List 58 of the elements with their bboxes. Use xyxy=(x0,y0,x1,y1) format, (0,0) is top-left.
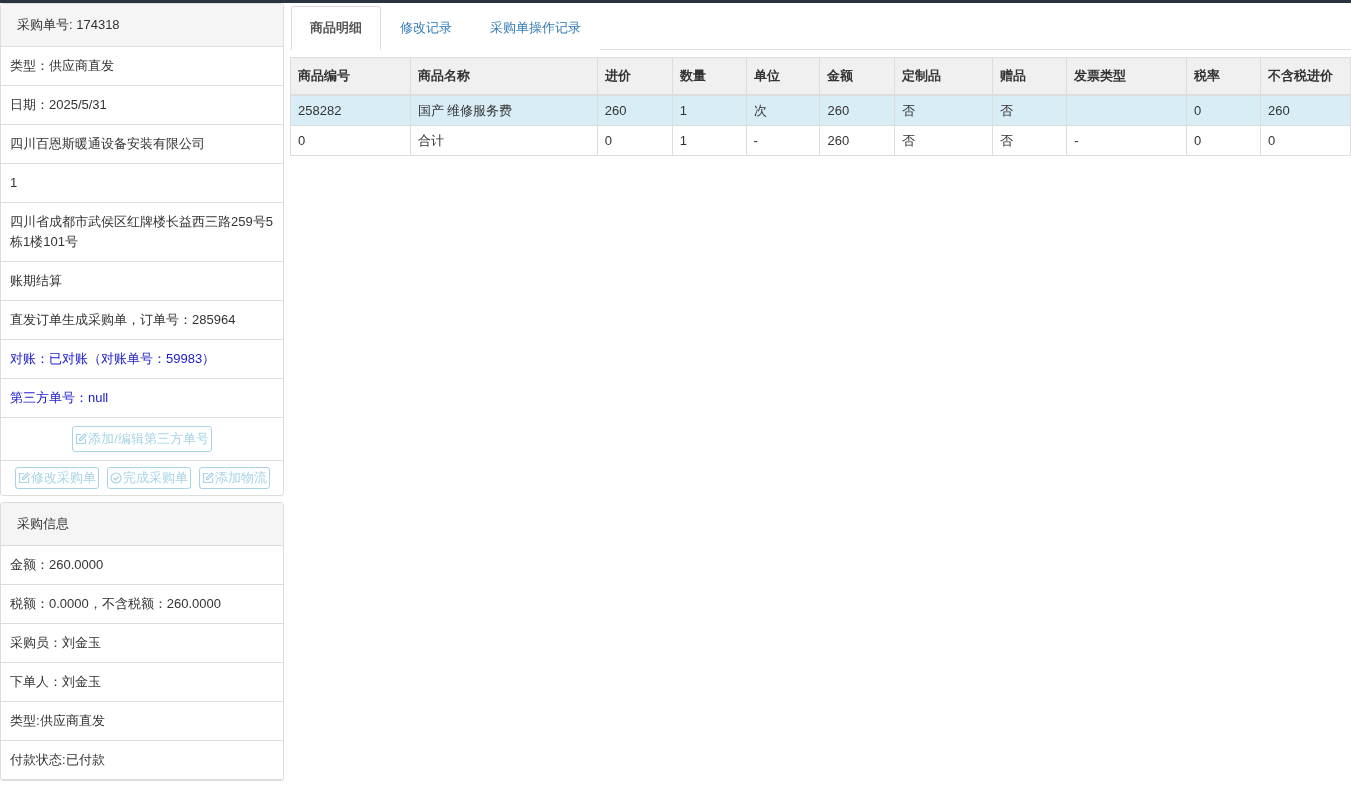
info-row: 1 xyxy=(1,164,283,203)
table-cell: 次 xyxy=(746,95,820,126)
column-header: 单位 xyxy=(746,57,820,95)
highlight-info-row: 对账：已对账（对账单号：59983） xyxy=(1,340,283,379)
table-cell: 否 xyxy=(992,125,1067,156)
info-row: 税额：0.0000，不含税额：260.0000 xyxy=(1,585,283,624)
table-cell: 260 xyxy=(597,95,673,126)
action-button[interactable]: 修改采购单 xyxy=(14,467,99,489)
highlight-info-row: 第三方单号：null xyxy=(1,379,283,418)
edit-icon xyxy=(17,472,30,484)
action-button[interactable]: 完成采购单 xyxy=(106,467,191,489)
action-button[interactable]: 添加物流 xyxy=(198,467,270,489)
table-cell: - xyxy=(1066,125,1187,156)
table-cell: 否 xyxy=(894,125,993,156)
info-row: 类型：供应商直发 xyxy=(1,47,283,86)
edit-icon xyxy=(201,472,214,484)
table-cell: 1 xyxy=(672,125,747,156)
column-header: 数量 xyxy=(672,57,747,95)
table-cell: 0 xyxy=(1260,125,1351,156)
info-row: 付款状态:已付款 xyxy=(1,741,283,780)
info-row: 四川省成都市武侯区红牌楼长益西三路259号5栋1楼101号 xyxy=(1,203,283,262)
table-cell: 260 xyxy=(1260,95,1351,126)
column-header: 定制品 xyxy=(894,57,993,95)
table-cell: 0 xyxy=(1186,95,1261,126)
column-header: 商品名称 xyxy=(410,57,598,95)
table-cell: 260 xyxy=(819,95,895,126)
table-cell: 国产 维修服务费 xyxy=(410,95,598,126)
info-row: 直发订单生成采购单，订单号：285964 xyxy=(1,301,283,340)
column-header: 税率 xyxy=(1186,57,1261,95)
table-cell: 258282 xyxy=(290,95,411,126)
table-cell: - xyxy=(746,125,820,156)
info-row: 金额：260.0000 xyxy=(1,546,283,585)
table-cell: 1 xyxy=(672,95,747,126)
info-row: 账期结算 xyxy=(1,262,283,301)
table-cell: 否 xyxy=(894,95,993,126)
table-cell: 合计 xyxy=(410,125,598,156)
column-header: 商品编号 xyxy=(290,57,411,95)
tab[interactable]: 商品明细 xyxy=(291,6,381,50)
edit-third-party-button[interactable]: 添加/编辑第三方单号 xyxy=(72,426,212,452)
table-cell: 0 xyxy=(1186,125,1261,156)
info-row: 四川百恩斯暖通设备安装有限公司 xyxy=(1,125,283,164)
table-cell: 0 xyxy=(597,125,673,156)
info-row: 日期：2025/5/31 xyxy=(1,86,283,125)
column-header: 不含税进价 xyxy=(1260,57,1351,95)
column-header: 发票类型 xyxy=(1066,57,1187,95)
column-header: 金额 xyxy=(819,57,895,95)
info-row: 下单人：刘金玉 xyxy=(1,663,283,702)
table-cell: 0 xyxy=(290,125,411,156)
edit-icon xyxy=(75,433,88,445)
info-row: 采购员：刘金玉 xyxy=(1,624,283,663)
table-cell: 否 xyxy=(992,95,1067,126)
column-header: 进价 xyxy=(597,57,673,95)
table-cell: 260 xyxy=(819,125,895,156)
column-header: 赠品 xyxy=(992,57,1067,95)
info-row: 类型:供应商直发 xyxy=(1,702,283,741)
check-circle-icon xyxy=(109,472,122,484)
panel-title: 采购信息 xyxy=(1,503,283,546)
panel-title: 采购单号: 174318 xyxy=(1,4,283,47)
